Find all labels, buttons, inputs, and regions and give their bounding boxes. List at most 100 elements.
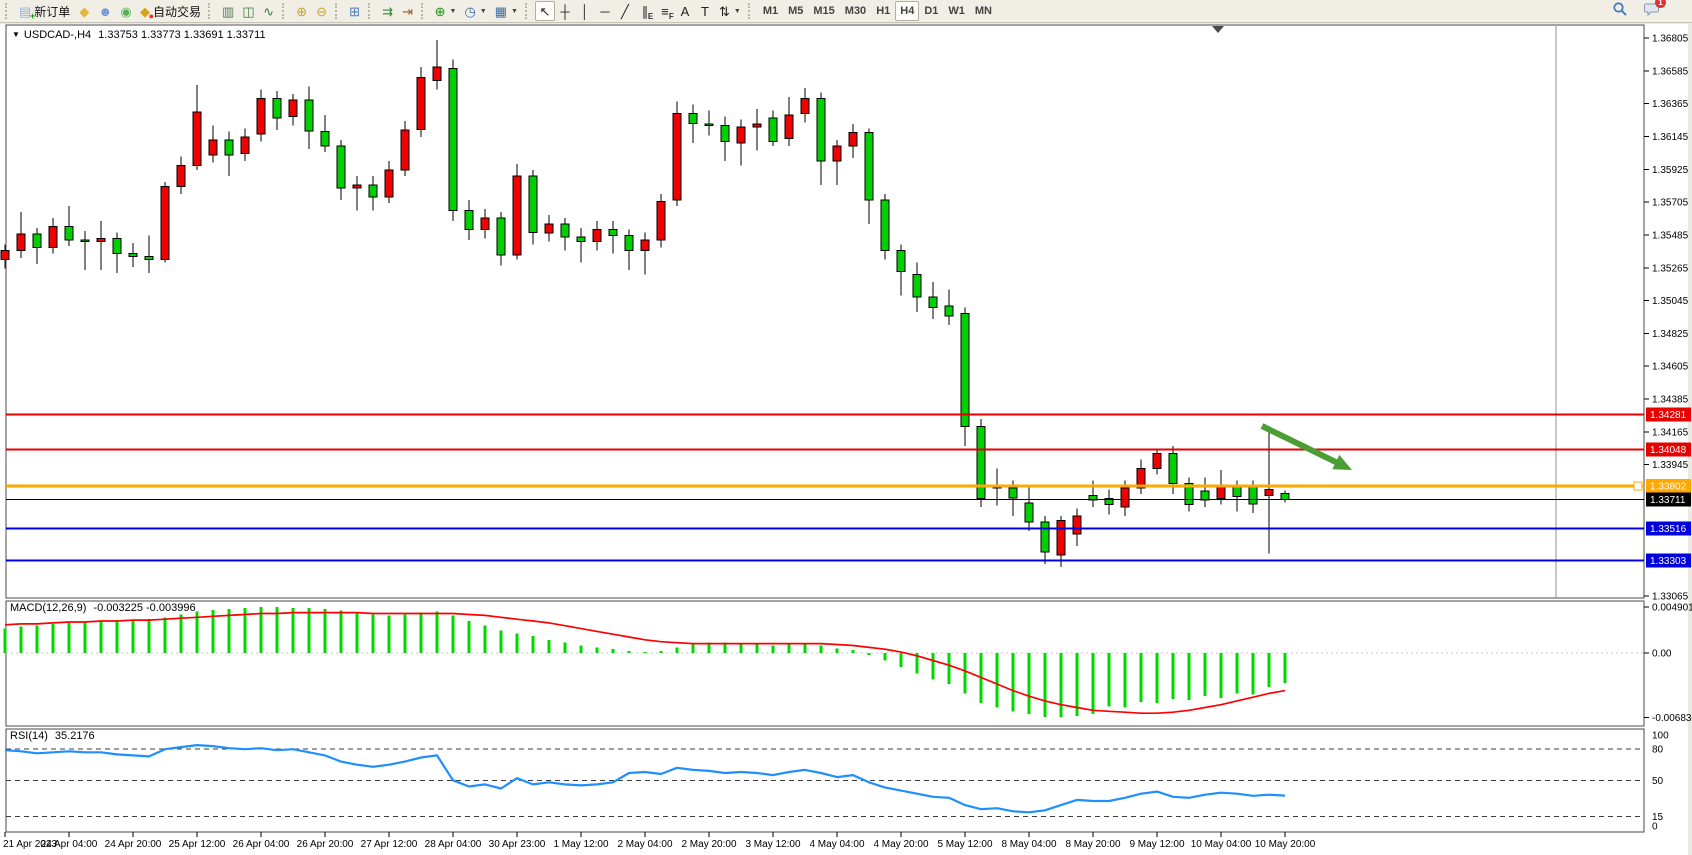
macd-name: MACD(12,26,9) [10, 602, 86, 614]
candle [1057, 521, 1065, 555]
timeframe-h1[interactable]: H1 [871, 1, 895, 21]
svg-text:50: 50 [1652, 776, 1664, 787]
text-label-button[interactable]: T [695, 1, 715, 21]
autoscroll-button[interactable]: ⇉ [378, 1, 398, 21]
zoom-in-icon: ⊕ [296, 5, 307, 18]
timeframe-mn-label: MN [975, 5, 992, 17]
timeframe-m15-label: M15 [813, 5, 834, 17]
hline-anchor-marker[interactable] [1634, 482, 1642, 490]
svg-text:1.33303: 1.33303 [1650, 556, 1687, 567]
timeframe-w1-label: W1 [948, 5, 965, 17]
candle [1233, 486, 1241, 496]
notifications-button[interactable]: 1 [1640, 1, 1664, 21]
svg-text:25 Apr 12:00: 25 Apr 12:00 [169, 839, 226, 850]
candle [977, 427, 985, 499]
cursor-button[interactable]: ↖ [535, 1, 555, 21]
candlestick-button[interactable]: ◫ [238, 1, 258, 21]
arrows-button[interactable]: ⇅▼ [715, 1, 745, 21]
chart-symbol-period: USDCAD-,H4 [24, 29, 91, 41]
candle [865, 133, 873, 200]
fibonacci-button[interactable]: ≡F [655, 1, 675, 21]
candle [561, 224, 569, 237]
metaeditor-button[interactable]: ◆ [74, 1, 94, 21]
candle [609, 230, 617, 236]
candle [913, 275, 921, 297]
candle [305, 100, 313, 131]
line-chart-button[interactable]: ∿ [259, 1, 279, 21]
toolbar-grip [748, 3, 753, 19]
autoscroll-icon: ⇉ [382, 5, 393, 18]
candle [65, 227, 73, 240]
rsi-indicator-label: RSI(14)35.2176 [10, 730, 95, 742]
text-button[interactable]: A [675, 1, 695, 21]
search-button[interactable] [1608, 1, 1632, 21]
svg-text:1.36365: 1.36365 [1652, 99, 1689, 110]
timeframe-m1[interactable]: M1 [758, 1, 783, 21]
candle [257, 98, 265, 134]
horizontal-line-button[interactable]: ─ [595, 1, 615, 21]
svg-text:4 May 20:00: 4 May 20:00 [873, 839, 928, 850]
svg-text:0: 0 [1652, 822, 1658, 833]
templates-button[interactable]: ▦▼ [491, 1, 522, 21]
timeframe-d1[interactable]: D1 [919, 1, 943, 21]
trendline-button[interactable]: ╱ [615, 1, 635, 21]
timeframe-w1[interactable]: W1 [943, 1, 970, 21]
profile-button[interactable]: ☻ [94, 1, 116, 21]
indicators-icon: ⊕ [435, 5, 446, 18]
timeframe-m15[interactable]: M15 [808, 1, 839, 21]
signals-button[interactable]: ◉ [116, 1, 136, 21]
candle [113, 239, 121, 254]
timeframe-m5[interactable]: M5 [783, 1, 808, 21]
channel-button[interactable]: ∥E [635, 1, 655, 21]
trendline-icon: ╱ [621, 5, 629, 18]
timeframe-m5-label: M5 [788, 5, 803, 17]
candle [849, 133, 857, 146]
svg-text:100: 100 [1652, 731, 1669, 742]
svg-text:0.00: 0.00 [1652, 649, 1672, 660]
candle [273, 98, 281, 117]
chart-shift-icon: ⇥ [402, 5, 413, 18]
svg-text:80: 80 [1652, 745, 1664, 756]
candle [449, 69, 457, 211]
chart-title-toggle-icon[interactable]: ▼ [12, 30, 20, 39]
chart-title: ▼USDCAD-,H41.33753 1.33773 1.33691 1.337… [12, 29, 266, 41]
chat-icon: 1 [1644, 1, 1660, 22]
bar-chart-button[interactable]: ▥ [218, 1, 238, 21]
candle [369, 185, 377, 197]
vertical-line-button[interactable]: │ [575, 1, 595, 21]
candle [177, 166, 185, 187]
text-label-icon: T [701, 5, 709, 18]
chart-canvas[interactable]: 1.368051.365851.363651.361451.359251.357… [0, 0, 1692, 855]
chart-shift-button[interactable]: ⇥ [398, 1, 418, 21]
crosshair-button[interactable]: ┼ [555, 1, 575, 21]
candle [1025, 503, 1033, 522]
dropdown-caret-icon: ▼ [480, 8, 487, 15]
candlestick-icon: ◫ [242, 5, 254, 18]
candle [897, 251, 905, 272]
candle [721, 125, 729, 141]
svg-text:1.35045: 1.35045 [1652, 296, 1689, 307]
candle [1265, 489, 1273, 495]
tile-windows-button[interactable]: ⊞ [345, 1, 365, 21]
timeframe-h4[interactable]: H4 [895, 1, 919, 21]
zoom-out-button[interactable]: ⊖ [312, 1, 332, 21]
svg-text:1.34165: 1.34165 [1652, 427, 1689, 438]
periods-button[interactable]: ◷▼ [460, 1, 490, 21]
zoom-in-button[interactable]: ⊕ [292, 1, 312, 21]
candle [49, 227, 57, 248]
svg-text:1.33065: 1.33065 [1652, 592, 1689, 603]
chart-window-bg [0, 24, 1688, 855]
svg-text:8 May 20:00: 8 May 20:00 [1065, 839, 1120, 850]
indicators-button[interactable]: ⊕▼ [431, 1, 461, 21]
new-order-button[interactable]: ▤+新订单 [15, 1, 74, 21]
candle [417, 78, 425, 130]
timeframe-m30[interactable]: M30 [840, 1, 871, 21]
candle [513, 176, 521, 255]
toolbar-right: 1 [1608, 1, 1690, 21]
svg-text:26 Apr 04:00: 26 Apr 04:00 [233, 839, 290, 850]
toolbar-grip [5, 3, 10, 19]
svg-text:1.34385: 1.34385 [1652, 395, 1689, 406]
candle [433, 67, 441, 80]
timeframe-mn[interactable]: MN [970, 1, 997, 21]
autotrading-button[interactable]: ◆●自动交易 [136, 1, 205, 21]
